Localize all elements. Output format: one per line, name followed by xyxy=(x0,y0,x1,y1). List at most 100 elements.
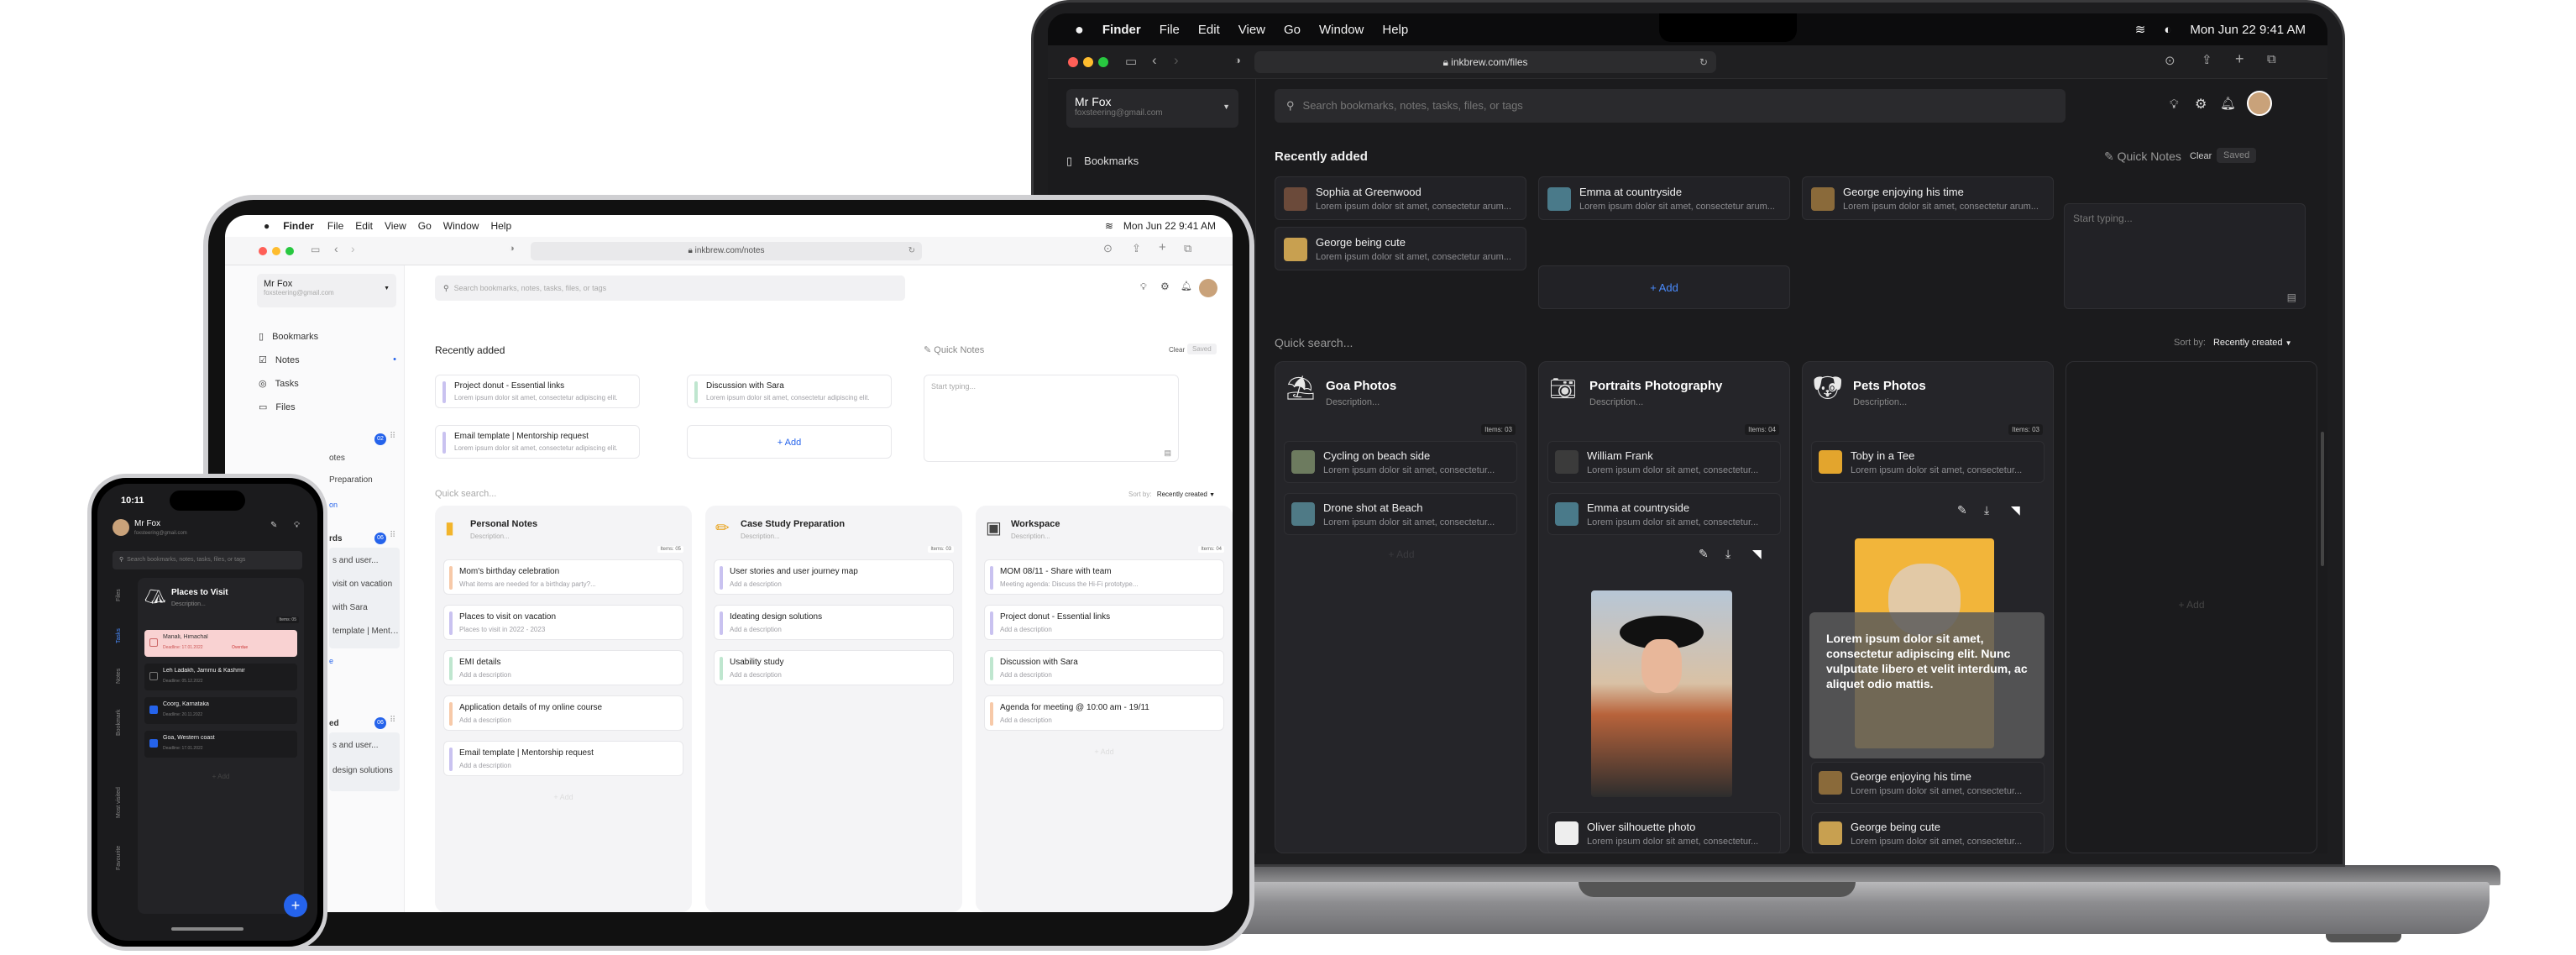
menu-finder[interactable]: Finder xyxy=(1102,23,1141,37)
apple-icon[interactable]: ● xyxy=(1075,21,1084,39)
close-window-button[interactable] xyxy=(1068,57,1078,67)
back-icon[interactable]: ‹ xyxy=(334,242,338,255)
sidebar-subitem[interactable]: Preparation xyxy=(329,475,373,485)
note-item[interactable]: Agenda for meeting @ 10:00 am - 19/11 Ad… xyxy=(984,695,1224,731)
avatar[interactable] xyxy=(1199,279,1217,297)
clipboard-icon[interactable]: ▤ xyxy=(2287,291,2296,303)
rail-tab-notes[interactable]: Notes xyxy=(116,669,122,684)
empty-collection[interactable]: + Add xyxy=(2066,361,2317,853)
task-item[interactable]: Coorg, Karnataka Deadline: 20.11.2022 xyxy=(144,697,297,724)
recent-item[interactable]: Email template | Mentorship request Lore… xyxy=(435,425,640,459)
scrollbar[interactable] xyxy=(2321,432,2324,566)
search-bar[interactable]: ⚲ Search bookmarks, notes, tasks, files, … xyxy=(113,551,302,569)
account-switcher[interactable]: Mr Fox foxsteering@gmail.com ▼ xyxy=(257,274,396,307)
settings-icon[interactable]: ⚙ xyxy=(2195,96,2207,113)
recent-item[interactable]: Discussion with Sara Lorem ipsum dolor s… xyxy=(687,375,892,408)
lightbulb-icon[interactable]: 💡︎ xyxy=(2170,97,2179,112)
sidebar-subitem[interactable]: visit on vacation xyxy=(332,580,400,589)
sidebar-toggle-icon[interactable]: ▭ xyxy=(1125,54,1137,69)
portrait-image[interactable] xyxy=(1591,590,1732,797)
search-bar[interactable]: ⚲ Search bookmarks, notes, tasks, files, … xyxy=(1275,89,2066,123)
list-item[interactable]: Toby in a Tee Lorem ipsum dolor sit amet… xyxy=(1811,441,2045,483)
sidebar-subitem[interactable]: s and user... xyxy=(332,741,400,750)
list-item[interactable]: George enjoying his time Lorem ipsum dol… xyxy=(1811,762,2045,804)
add-recent-button[interactable]: + Add xyxy=(1538,265,1790,309)
note-item[interactable]: Usability study Add a description xyxy=(714,650,954,685)
task-checkbox[interactable] xyxy=(149,739,158,748)
sidebar-toggle-icon[interactable]: ▭ xyxy=(311,244,320,255)
sort-control[interactable]: Sort by: Recently created ▼ xyxy=(1128,491,1215,498)
address-bar[interactable]: 🔒︎ inkbrew.com/files ↻ xyxy=(1254,51,1716,73)
rail-tab-files[interactable]: Files xyxy=(116,589,122,601)
rail-tab-bookmark[interactable]: Bookmark xyxy=(116,709,122,736)
notes-column[interactable]: ✏︎ Case Study Preparation Description...… xyxy=(705,506,962,912)
menu-go[interactable]: Go xyxy=(418,220,432,232)
menu-file[interactable]: File xyxy=(1160,23,1180,37)
sidebar-item-files[interactable]: ▭ Files xyxy=(259,401,296,412)
zoom-window-button[interactable] xyxy=(1098,57,1108,67)
add-item-button[interactable]: + Add xyxy=(435,793,692,801)
task-item[interactable]: Leh Ladakh, Jammu & Kashmir Deadline: 05… xyxy=(144,664,297,690)
collection-portraits[interactable]: 📷︎ Portraits Photography Description... … xyxy=(1538,361,1790,853)
recent-item[interactable]: Sophia at Greenwood Lorem ipsum dolor si… xyxy=(1275,176,1526,220)
menu-go[interactable]: Go xyxy=(1284,23,1301,37)
show-more-link[interactable]: e xyxy=(329,657,333,665)
list-item[interactable]: George being cute Lorem ipsum dolor sit … xyxy=(1811,812,2045,853)
new-tab-icon[interactable]: + xyxy=(1159,240,1166,254)
recent-item[interactable]: Emma at countryside Lorem ipsum dolor si… xyxy=(1538,176,1790,220)
task-checkbox[interactable] xyxy=(149,638,158,647)
menu-window[interactable]: Window xyxy=(1319,23,1364,37)
search-bar[interactable]: ⚲ Search bookmarks, notes, tasks, files, … xyxy=(435,275,905,301)
minimize-window-button[interactable] xyxy=(1083,57,1093,67)
menu-help[interactable]: Help xyxy=(490,220,511,232)
download-icon[interactable]: ⊙ xyxy=(1103,242,1113,255)
minimize-window-button[interactable] xyxy=(272,247,280,255)
grid-icon[interactable]: ⠿ xyxy=(390,716,395,725)
sort-control[interactable]: Sort by: Recently created ▼ xyxy=(2174,338,2292,348)
menu-window[interactable]: Window xyxy=(443,220,479,232)
zoom-window-button[interactable] xyxy=(285,247,294,255)
tabs-overview-icon[interactable]: ⧉ xyxy=(1184,242,1191,255)
edit-icon[interactable]: ✎ xyxy=(1699,547,1709,561)
note-item[interactable]: Application details of my online course … xyxy=(443,695,683,731)
recent-item[interactable]: George enjoying his time Lorem ipsum dol… xyxy=(1802,176,2054,220)
menu-file[interactable]: File xyxy=(327,220,343,232)
edit-icon[interactable]: ✎ xyxy=(1957,503,1967,517)
clear-button[interactable]: Clear xyxy=(2190,151,2212,161)
shield-icon[interactable]: ◑ xyxy=(1234,54,1241,66)
note-item[interactable]: Places to visit on vacation Places to vi… xyxy=(443,605,683,640)
menu-help[interactable]: Help xyxy=(1382,23,1408,37)
wifi-icon[interactable]: ≋ xyxy=(2135,22,2146,37)
quick-notes-textarea[interactable]: Start typing... ▤ xyxy=(924,375,1179,462)
bell-icon[interactable]: 🔔︎ xyxy=(2220,96,2236,111)
sidebar-subitem[interactable]: otes xyxy=(329,454,345,463)
note-item[interactable]: EMI details Add a description xyxy=(443,650,683,685)
bell-icon[interactable]: 🔔︎ xyxy=(1181,281,1192,291)
list-item[interactable]: Cycling on beach side Lorem ipsum dolor … xyxy=(1284,441,1517,483)
sidebar-item-notes[interactable]: ☑ Notes • xyxy=(259,354,396,365)
clipboard-icon[interactable]: ▤ xyxy=(1164,449,1171,458)
menu-edit[interactable]: Edit xyxy=(355,220,373,232)
menu-edit[interactable]: Edit xyxy=(1198,23,1220,37)
menubar-datetime[interactable]: Mon Jun 22 9:41 AM xyxy=(2190,23,2306,37)
fab-add-button[interactable]: + xyxy=(284,894,307,917)
note-item[interactable]: Ideating design solutions Add a descript… xyxy=(714,605,954,640)
task-item[interactable]: Goa, Western coast Deadline: 17.01.2022 xyxy=(144,731,297,758)
collection-card[interactable]: ⛺︎ Places to Visit Description... Items:… xyxy=(138,578,304,914)
forward-icon[interactable]: › xyxy=(351,242,355,255)
list-item[interactable]: Emma at countryside Lorem ipsum dolor si… xyxy=(1547,493,1781,535)
share-icon[interactable]: ⇪ xyxy=(2202,52,2212,67)
tabs-overview-icon[interactable]: ⧉ xyxy=(2267,52,2276,66)
menu-view[interactable]: View xyxy=(1238,23,1265,37)
recent-item[interactable]: Project donut - Essential links Lorem ip… xyxy=(435,375,640,408)
add-item-button[interactable]: + Add xyxy=(1275,548,1527,560)
sidebar-subitem[interactable]: s and user... xyxy=(332,556,400,565)
task-checkbox[interactable] xyxy=(149,706,158,714)
task-item[interactable]: Manali, Himachal Deadline: 17.01.2022 Ov… xyxy=(144,630,297,657)
note-item[interactable]: MOM 08/11 - Share with team Meeting agen… xyxy=(984,559,1224,595)
shield-icon[interactable]: ◑ xyxy=(509,244,515,254)
lightbulb-icon[interactable]: 💡︎ xyxy=(294,521,300,530)
quick-notes-textarea[interactable]: Start typing... ▤ xyxy=(2064,203,2306,309)
quick-search[interactable]: Quick search... xyxy=(1275,336,1353,349)
settings-icon[interactable]: ⚙ xyxy=(1160,281,1170,292)
